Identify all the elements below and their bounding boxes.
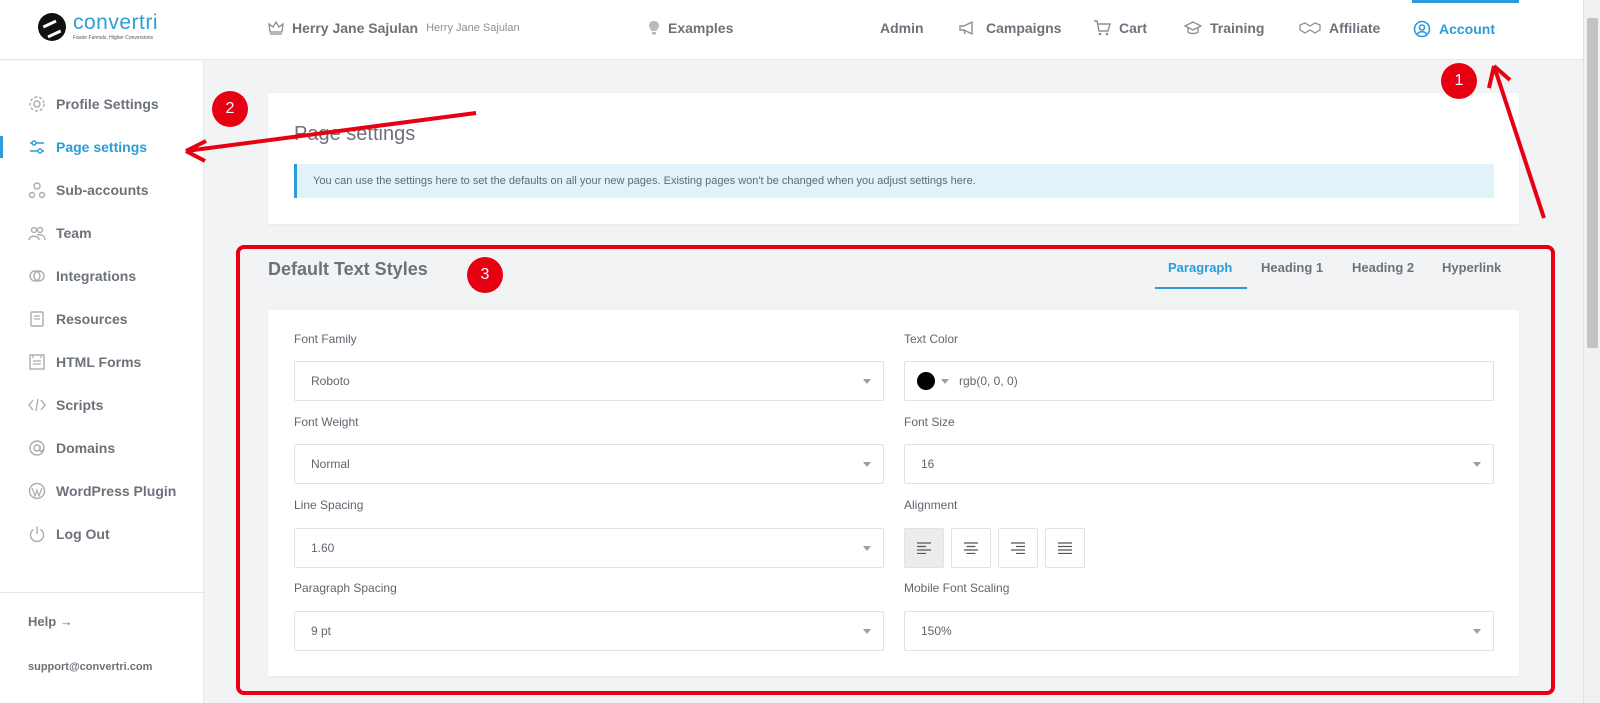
sidebar-item-label: Team xyxy=(56,225,92,241)
crown-icon xyxy=(268,21,284,35)
sidebar-item-scripts[interactable]: Scripts xyxy=(0,387,204,423)
nav-affiliate[interactable]: Affiliate xyxy=(1299,20,1380,36)
wordpress-icon xyxy=(28,482,46,500)
user-menu[interactable]: Herry Jane Sajulan Herry Jane Sajulan xyxy=(268,20,520,36)
sidebar-item-wordpress-plugin[interactable]: WordPress Plugin xyxy=(0,473,204,509)
graduation-cap-icon xyxy=(1184,21,1202,35)
sidebar-item-label: Page settings xyxy=(56,139,148,155)
sidebar-item-integrations[interactable]: Integrations xyxy=(0,258,204,294)
nav-cart[interactable]: Cart xyxy=(1093,20,1147,36)
vertical-scrollbar[interactable] xyxy=(1583,0,1600,703)
sidebar-item-label: Domains xyxy=(56,440,116,456)
sidebar-item-label: WordPress Plugin xyxy=(56,483,177,499)
logo-tagline: Faster Funnels, Higher Conversions xyxy=(73,35,154,41)
info-banner: You can use the settings here to set the… xyxy=(294,164,1494,198)
annotation-badge-2: 2 xyxy=(212,91,248,127)
team-icon xyxy=(28,224,46,242)
at-icon xyxy=(28,439,46,457)
page-title: Page settings xyxy=(294,123,416,145)
nav-admin-label: Admin xyxy=(880,20,924,36)
nav-campaigns-label: Campaigns xyxy=(986,20,1062,36)
user-name: Herry Jane Sajulan xyxy=(292,20,419,36)
sidebar-item-label: HTML Forms xyxy=(56,354,142,370)
handshake-icon xyxy=(1299,22,1321,34)
sidebar-item-log-out[interactable]: Log Out xyxy=(0,516,204,552)
sidebar-item-label: Resources xyxy=(56,311,128,327)
lightbulb-icon xyxy=(649,21,659,35)
support-email[interactable]: support@convertri.com xyxy=(28,661,152,673)
user-subname: Herry Jane Sajulan xyxy=(426,22,520,34)
power-icon xyxy=(28,525,46,543)
sidebar-divider xyxy=(0,592,204,593)
gear-icon xyxy=(28,95,46,113)
nav-account[interactable]: Account xyxy=(1413,20,1495,38)
page-settings-card: Page settings You can use the settings h… xyxy=(268,93,1519,224)
sidebar-item-sub-accounts[interactable]: Sub-accounts xyxy=(0,172,204,208)
scrollbar-thumb[interactable] xyxy=(1587,18,1598,348)
sub-accounts-icon xyxy=(28,181,46,199)
sidebar-item-html-forms[interactable]: HTML Forms xyxy=(0,344,204,380)
sidebar-item-profile-settings[interactable]: Profile Settings xyxy=(0,86,204,122)
annotation-badge-1: 1 xyxy=(1441,63,1477,99)
cart-icon xyxy=(1094,20,1111,36)
sidebar: Profile Settings Page settings Sub-accou… xyxy=(0,61,204,703)
sidebar-item-label: Profile Settings xyxy=(56,96,159,112)
sidebar-item-label: Sub-accounts xyxy=(56,182,149,198)
sidebar-item-resources[interactable]: Resources xyxy=(0,301,204,337)
help-link[interactable]: Help → xyxy=(28,614,73,629)
annotation-highlight-box xyxy=(236,245,1555,695)
top-bar: convertri Faster Funnels, Higher Convers… xyxy=(0,0,1583,60)
examples-label: Examples xyxy=(668,20,734,36)
sidebar-item-label: Log Out xyxy=(56,526,110,542)
nav-admin[interactable]: Admin xyxy=(880,20,924,36)
link-icon xyxy=(28,267,46,285)
nav-account-label: Account xyxy=(1439,21,1495,37)
sliders-icon xyxy=(28,138,46,156)
nav-cart-label: Cart xyxy=(1119,20,1148,36)
nav-affiliate-label: Affiliate xyxy=(1329,20,1381,36)
nav-active-indicator xyxy=(1412,0,1519,3)
annotation-badge-3: 3 xyxy=(467,257,503,293)
code-icon xyxy=(28,396,46,414)
logo-mark-icon xyxy=(38,12,66,41)
logo-name: convertri xyxy=(73,11,159,34)
nav-training-label: Training xyxy=(1210,20,1265,36)
sidebar-item-label: Integrations xyxy=(56,268,137,284)
nav-training[interactable]: Training xyxy=(1184,20,1264,36)
form-icon xyxy=(28,353,46,371)
sidebar-item-domains[interactable]: Domains xyxy=(0,430,204,466)
convertri-logo[interactable]: convertri Faster Funnels, Higher Convers… xyxy=(38,12,158,41)
nav-campaigns[interactable]: Campaigns xyxy=(958,20,1061,36)
megaphone-icon xyxy=(959,21,973,35)
sidebar-item-page-settings[interactable]: Page settings xyxy=(0,129,204,165)
examples-link[interactable]: Examples xyxy=(648,20,733,36)
user-circle-icon xyxy=(1413,20,1431,38)
book-icon xyxy=(28,310,46,328)
sidebar-item-team[interactable]: Team xyxy=(0,215,204,251)
sidebar-item-label: Scripts xyxy=(56,397,104,413)
